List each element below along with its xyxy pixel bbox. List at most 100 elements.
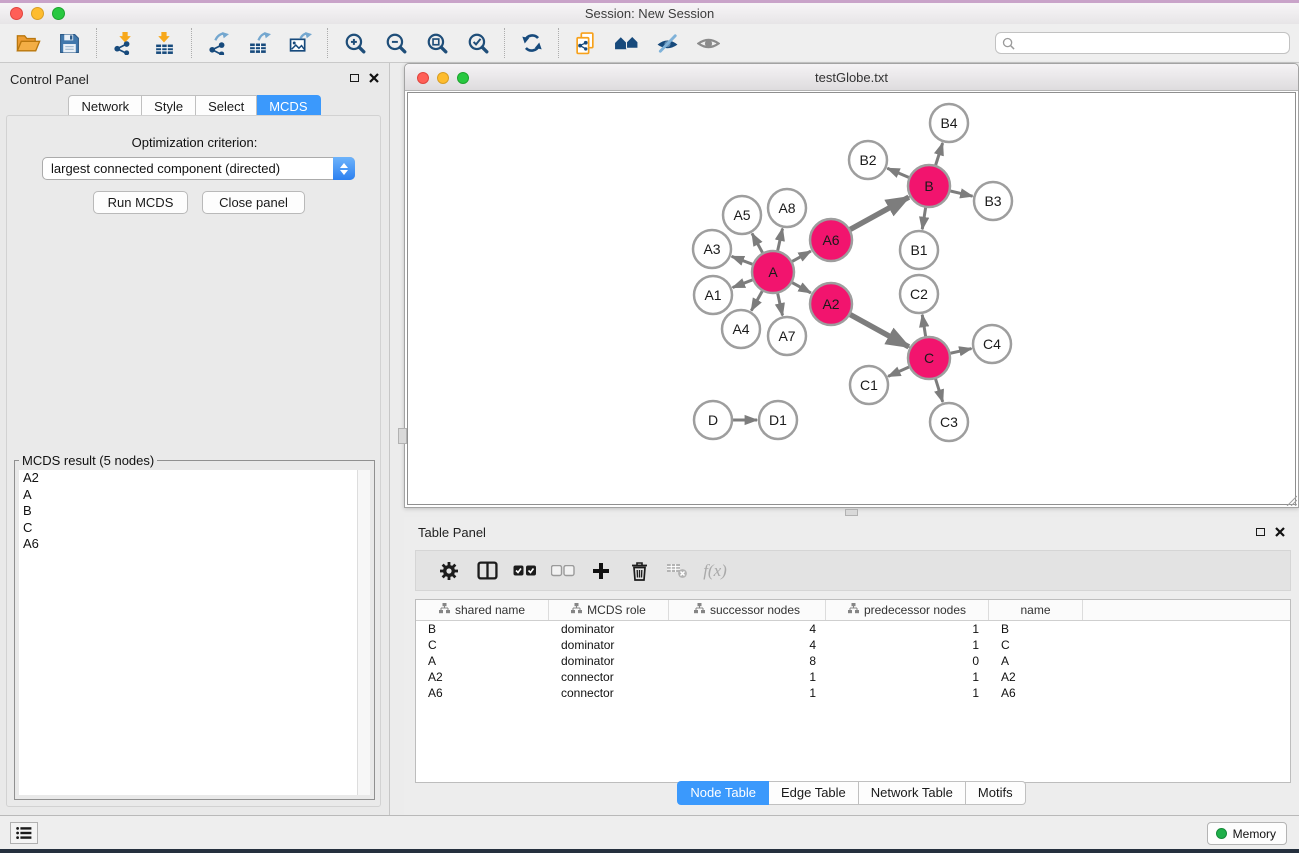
memory-button[interactable]: Memory <box>1207 822 1287 845</box>
graph-node-A6[interactable]: A6 <box>810 219 852 261</box>
column-header-name[interactable]: name <box>989 600 1083 620</box>
network-window-titlebar[interactable]: testGlobe.txt <box>405 64 1298 91</box>
mcds-result-item[interactable]: A <box>19 487 370 504</box>
zoom-fit-button[interactable] <box>416 27 457 59</box>
splitter-handle-horizontal[interactable] <box>845 509 858 516</box>
float-panel-icon[interactable] <box>350 74 359 82</box>
table-body: Bdominator41BCdominator41CAdominator80AA… <box>416 621 1290 782</box>
graph-node-B2[interactable]: B2 <box>849 141 887 179</box>
graph-node-D1[interactable]: D1 <box>759 401 797 439</box>
svg-text:A7: A7 <box>778 328 795 344</box>
close-panel-icon[interactable] <box>369 73 379 83</box>
new-network-from-selection-button[interactable] <box>565 27 606 59</box>
graph-node-C[interactable]: C <box>908 337 950 379</box>
graph-node-B4[interactable]: B4 <box>930 104 968 142</box>
svg-text:A1: A1 <box>704 287 721 303</box>
close-panel-button[interactable]: Close panel <box>202 191 305 214</box>
graph-node-C2[interactable]: C2 <box>900 275 938 313</box>
window-resize-grip[interactable] <box>1285 494 1297 506</box>
graph-node-A5[interactable]: A5 <box>723 196 761 234</box>
tab-motifs[interactable]: Motifs <box>966 781 1026 805</box>
unselect-all-columns-button[interactable] <box>544 555 582 587</box>
column-header-successor-nodes[interactable]: successor nodes <box>669 600 826 620</box>
table-row[interactable]: Adominator80A <box>416 653 1290 669</box>
graph-node-A4[interactable]: A4 <box>722 310 760 348</box>
node-table: shared nameMCDS rolesuccessor nodesprede… <box>415 599 1291 783</box>
mcds-list-scrollbar[interactable] <box>357 470 370 795</box>
mcds-result-item[interactable]: C <box>19 520 370 537</box>
graph-node-A2[interactable]: A2 <box>810 283 852 325</box>
table-row[interactable]: Cdominator41C <box>416 637 1290 653</box>
optimization-criterion-select[interactable]: largest connected component (directed) <box>42 157 355 180</box>
table-cell: A <box>416 653 549 669</box>
table-settings-button[interactable] <box>430 555 468 587</box>
splitter-handle-vertical[interactable] <box>398 428 407 444</box>
float-panel-icon[interactable] <box>1256 528 1265 536</box>
graph-node-A7[interactable]: A7 <box>768 317 806 355</box>
import-table-icon <box>153 32 176 55</box>
window-title: Session: New Session <box>0 6 1299 21</box>
graph-node-A[interactable]: A <box>752 251 794 293</box>
run-mcds-button[interactable]: Run MCDS <box>93 191 188 214</box>
graph-node-A3[interactable]: A3 <box>693 230 731 268</box>
table-row[interactable]: Bdominator41B <box>416 621 1290 637</box>
show-all-button[interactable] <box>688 27 729 59</box>
save-session-button[interactable] <box>49 27 90 59</box>
graph-node-C4[interactable]: C4 <box>973 325 1011 363</box>
table-cell: 1 <box>826 669 989 685</box>
export-network-button[interactable] <box>198 27 239 59</box>
column-header-filler <box>1083 600 1290 620</box>
function-builder-button[interactable]: f(x) <box>696 555 734 587</box>
hide-selected-button[interactable] <box>647 27 688 59</box>
column-header-MCDS-role[interactable]: MCDS role <box>549 600 669 620</box>
delete-table-button[interactable] <box>658 555 696 587</box>
zoom-in-button[interactable] <box>334 27 375 59</box>
export-image-button[interactable] <box>280 27 321 59</box>
column-view-button[interactable] <box>468 555 506 587</box>
export-table-icon <box>248 32 271 55</box>
add-column-button[interactable] <box>582 555 620 587</box>
table-cell: 4 <box>669 637 826 653</box>
tab-edge-table[interactable]: Edge Table <box>769 781 859 805</box>
table-cell: A <box>989 653 1083 669</box>
graph-node-B1[interactable]: B1 <box>900 231 938 269</box>
svg-text:A3: A3 <box>703 241 720 257</box>
graph-node-C3[interactable]: C3 <box>930 403 968 441</box>
column-header-predecessor-nodes[interactable]: predecessor nodes <box>826 600 989 620</box>
zoom-out-button[interactable] <box>375 27 416 59</box>
tab-network-table[interactable]: Network Table <box>859 781 966 805</box>
table-cell: C <box>416 637 549 653</box>
first-neighbors-button[interactable] <box>606 27 647 59</box>
select-all-columns-button[interactable] <box>506 555 544 587</box>
open-session-button[interactable] <box>8 27 49 59</box>
network-canvas[interactable]: A A1 A2 A3 A4 A5 A6 A7 A8 B B1 B2 B3 B4 C C1 C2 C3 C4 D D1 <box>407 92 1296 505</box>
import-table-button[interactable] <box>144 27 185 59</box>
import-network-button[interactable] <box>103 27 144 59</box>
search-icon <box>1002 37 1015 50</box>
add-column-icon <box>592 562 610 580</box>
graph-node-C1[interactable]: C1 <box>850 366 888 404</box>
table-row[interactable]: A6connector11A6 <box>416 685 1290 701</box>
close-panel-icon[interactable] <box>1275 527 1285 537</box>
table-settings-gear-icon <box>439 561 459 581</box>
delete-column-button[interactable] <box>620 555 658 587</box>
mcds-result-item[interactable]: A2 <box>19 470 370 487</box>
refresh-button[interactable] <box>511 27 552 59</box>
svg-text:C3: C3 <box>940 414 958 430</box>
graph-node-B3[interactable]: B3 <box>974 182 1012 220</box>
svg-text:A6: A6 <box>822 232 839 248</box>
tab-node-table[interactable]: Node Table <box>677 781 769 805</box>
optimization-criterion-value: largest connected component (directed) <box>43 161 333 176</box>
table-row[interactable]: A2connector11A2 <box>416 669 1290 685</box>
mcds-result-item[interactable]: B <box>19 503 370 520</box>
mcds-result-item[interactable]: A6 <box>19 536 370 553</box>
zoom-selected-button[interactable] <box>457 27 498 59</box>
export-table-button[interactable] <box>239 27 280 59</box>
graph-node-D[interactable]: D <box>694 401 732 439</box>
show-task-history-button[interactable] <box>10 822 38 844</box>
graph-node-A1[interactable]: A1 <box>694 276 732 314</box>
graph-node-A8[interactable]: A8 <box>768 189 806 227</box>
column-header-shared-name[interactable]: shared name <box>416 600 549 620</box>
graph-node-B[interactable]: B <box>908 165 950 207</box>
search-input[interactable] <box>1019 35 1283 51</box>
